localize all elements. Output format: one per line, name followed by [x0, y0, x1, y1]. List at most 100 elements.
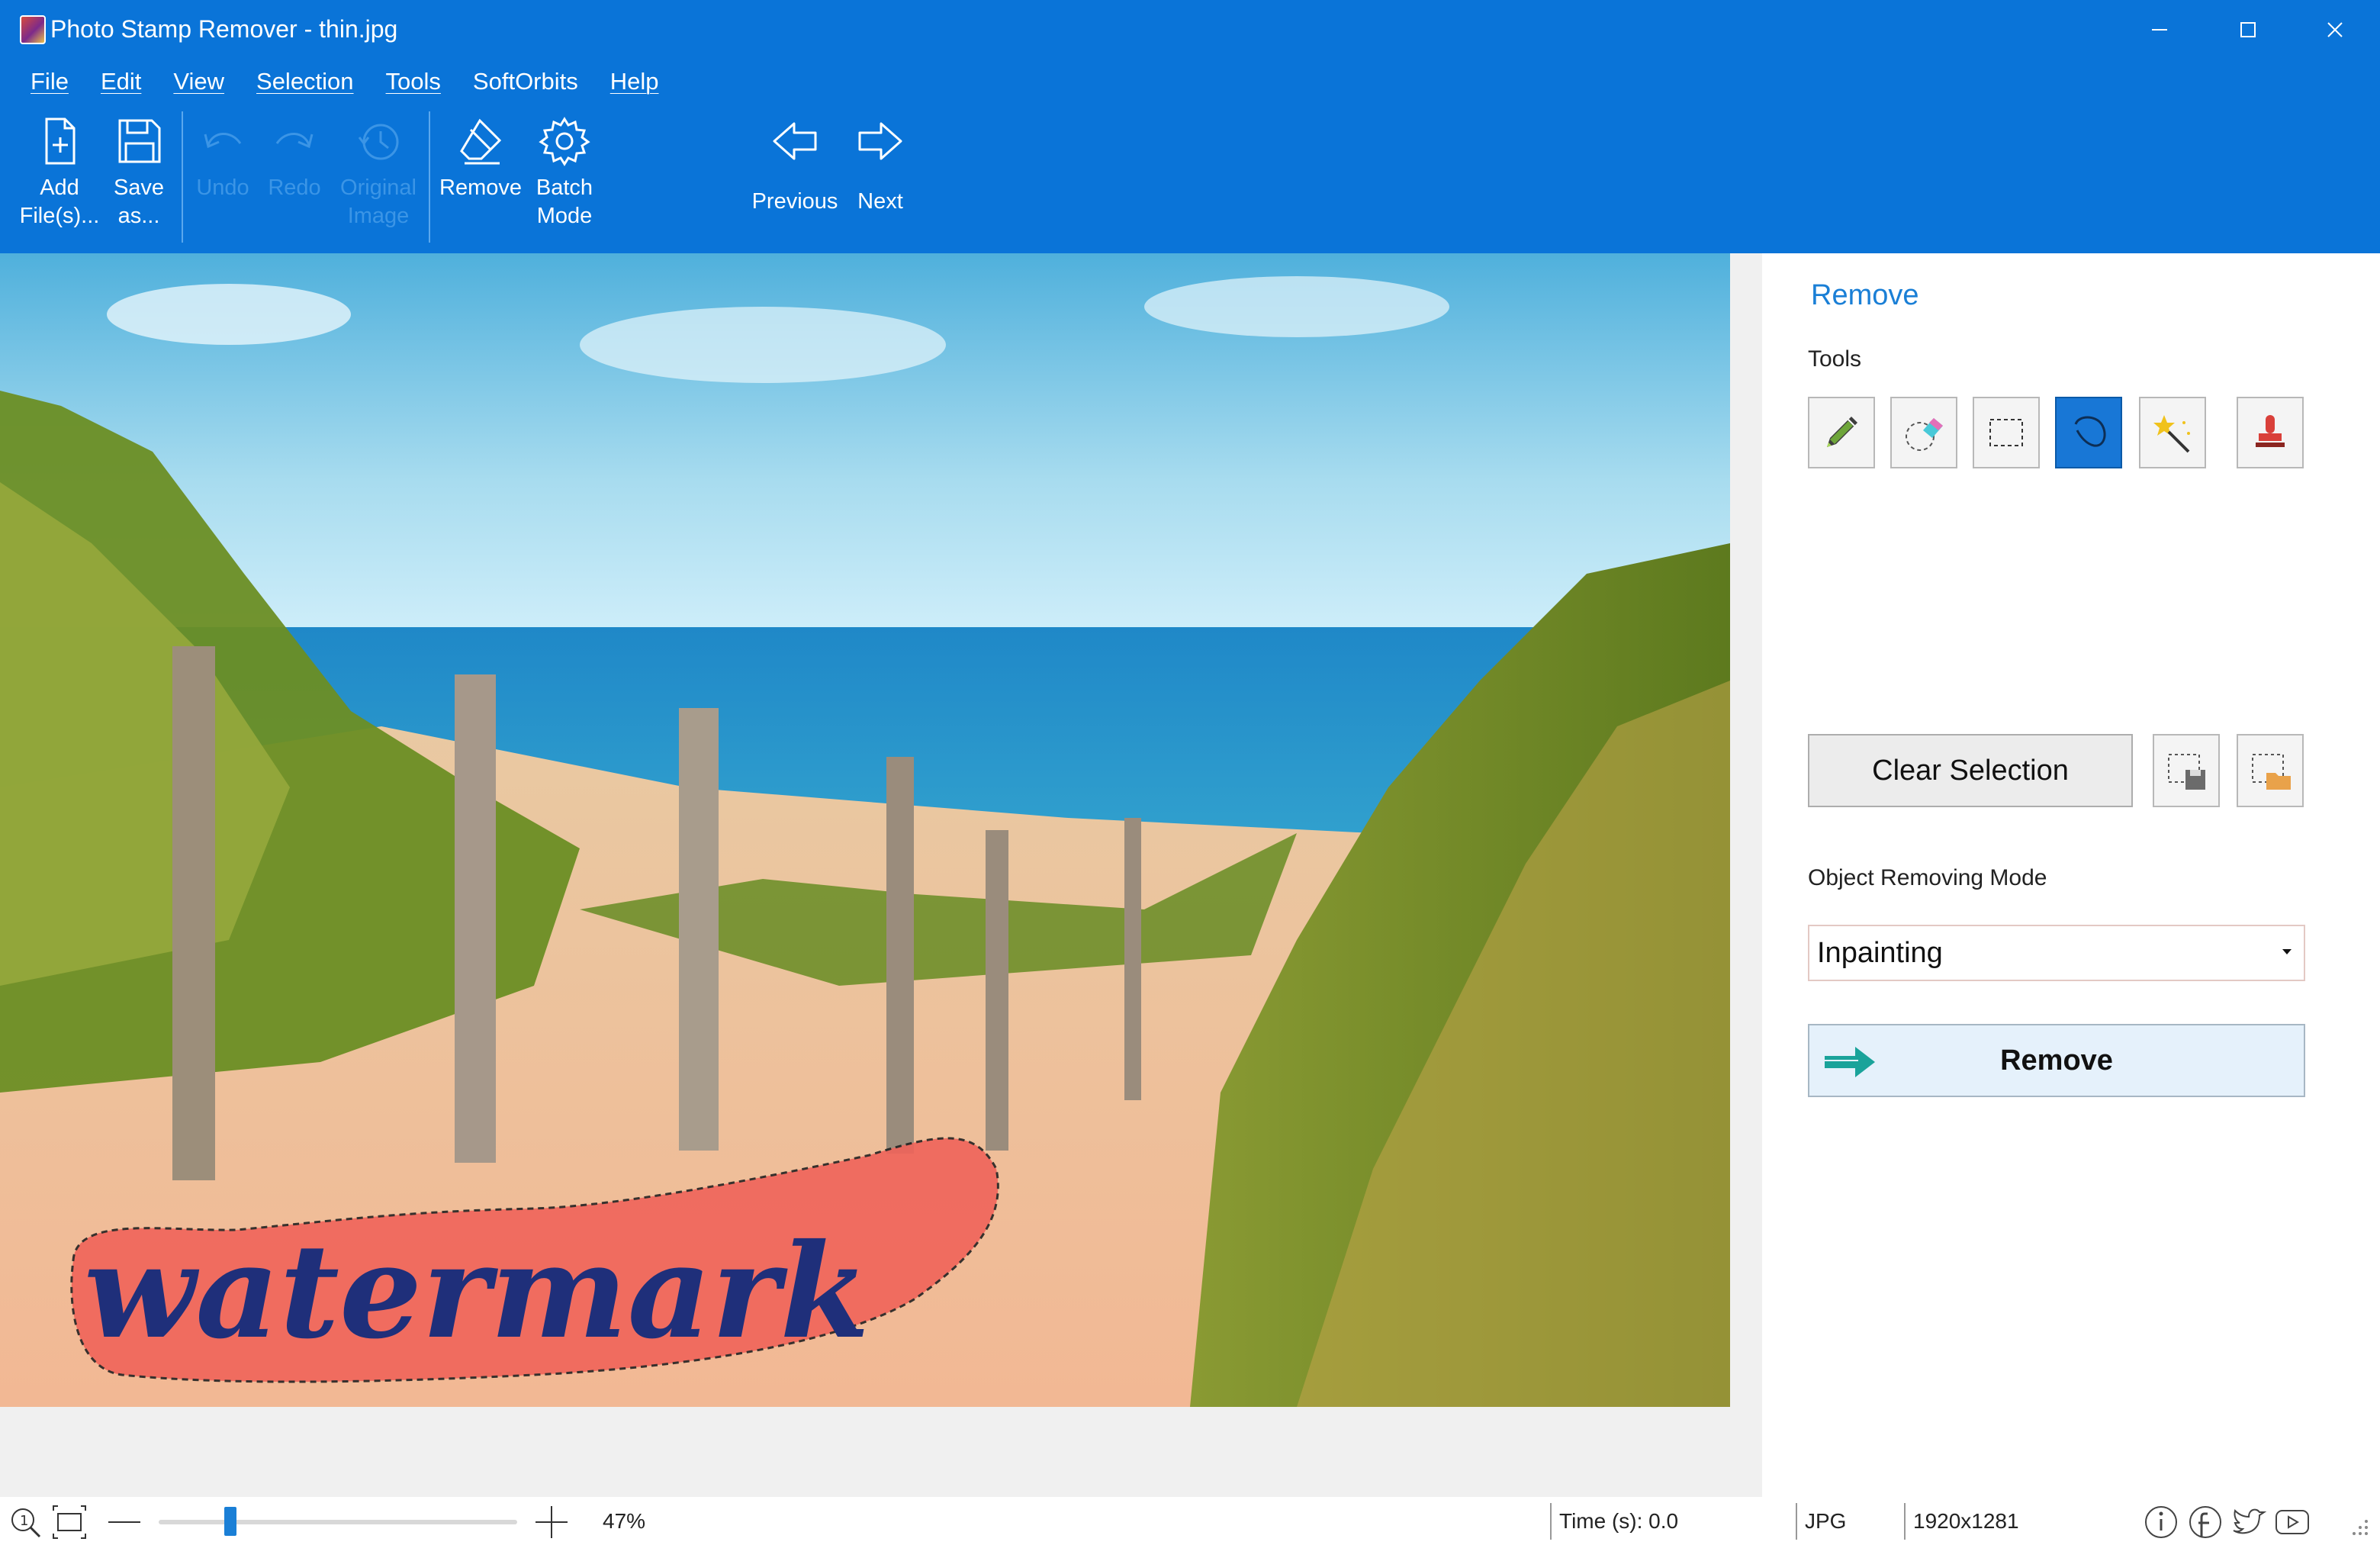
menu-softorbits[interactable]: SoftOrbits — [473, 68, 578, 95]
open-folder-icon — [2252, 754, 2291, 790]
save-selection-button[interactable] — [2153, 734, 2220, 807]
beach-photo: watermark — [0, 253, 1730, 1407]
save-selection-icon — [2168, 754, 2205, 790]
stamp-tool-button[interactable] — [2237, 397, 2304, 468]
photo[interactable]: watermark — [0, 253, 1730, 1407]
image-canvas[interactable]: watermark — [0, 253, 1762, 1497]
add-files-label-2: File(s)... — [19, 204, 100, 228]
removing-mode-value: Inpainting — [1817, 936, 1943, 969]
remove-toolbar-label: Remove — [439, 175, 522, 200]
save-as-button[interactable]: Save as... — [107, 114, 171, 230]
remove-button[interactable]: Remove — [1808, 1024, 2305, 1097]
resize-grip-icon[interactable] — [2336, 1503, 2374, 1541]
image-dimensions: 1920x1281 — [1913, 1509, 2019, 1533]
maximize-icon — [2240, 22, 2256, 37]
minimize-button[interactable] — [2115, 0, 2205, 60]
close-icon — [2327, 22, 2343, 37]
zoom-slider-thumb[interactable] — [224, 1507, 236, 1536]
load-selection-button[interactable] — [2237, 734, 2304, 807]
save-as-label-1: Save — [113, 175, 165, 200]
file-format: JPG — [1805, 1509, 1847, 1533]
redo-label: Redo — [268, 175, 321, 200]
clear-selection-button[interactable]: Clear Selection — [1808, 734, 2133, 807]
remove-toolbar-button[interactable]: Remove — [438, 114, 523, 202]
magic-wand-tool-button[interactable] — [2139, 397, 2206, 468]
time-readout: Time (s): 0.0 — [1559, 1509, 1679, 1533]
status-separator — [1796, 1503, 1797, 1540]
remove-button-label: Remove — [2000, 1044, 2113, 1077]
watermark-text: watermark — [84, 1215, 870, 1368]
zoom-out-icon[interactable] — [105, 1503, 143, 1541]
original-image-label-1: Original — [340, 175, 416, 200]
eraser-icon — [460, 118, 502, 165]
eraser-icon — [1906, 418, 1943, 451]
next-label: Next — [857, 189, 903, 214]
magic-wand-icon — [2153, 415, 2190, 453]
menu-edit[interactable]: Edit — [101, 68, 141, 95]
zoom-slider-track[interactable] — [159, 1520, 517, 1524]
remove-panel: Remove Tools Clear Selection Object Remo… — [1762, 253, 2380, 1497]
add-files-button[interactable]: Add File(s)... — [15, 114, 104, 230]
rect-select-tool-button[interactable] — [1973, 397, 2040, 468]
original-image-label-2: Image — [347, 204, 410, 228]
menu-selection[interactable]: Selection — [256, 68, 354, 95]
stamp-icon — [2256, 415, 2285, 447]
status-separator — [1550, 1503, 1552, 1540]
toolbar-separator — [429, 111, 430, 243]
app-icon — [20, 15, 46, 44]
pencil-icon — [1827, 417, 1857, 447]
add-file-icon — [45, 117, 76, 165]
minimize-icon — [2152, 29, 2167, 31]
removing-mode-select[interactable]: Inpainting — [1808, 925, 2305, 981]
history-icon — [358, 124, 399, 160]
undo-label: Undo — [196, 175, 249, 200]
undo-button[interactable]: Undo — [191, 114, 255, 202]
redo-button[interactable]: Redo — [262, 114, 326, 202]
toolbar: Add File(s)... Save as... Undo Redo Orig… — [0, 104, 2380, 253]
arrow-right-icon — [1825, 1047, 1875, 1077]
lasso-icon — [2074, 416, 2106, 447]
svg-text:1: 1 — [20, 1513, 28, 1529]
menu-bar: File Edit View Selection Tools SoftOrbit… — [0, 60, 2380, 104]
mode-label: Object Removing Mode — [1808, 865, 2047, 890]
status-bar: 1 47% Time (s): 0.0 JPG 1920x1281 — [0, 1497, 2380, 1545]
batch-mode-label-2: Mode — [536, 204, 593, 228]
batch-mode-label-1: Batch — [536, 175, 593, 200]
lasso-tool-button[interactable] — [2055, 397, 2122, 468]
rect-select-icon — [1989, 419, 2023, 446]
menu-help[interactable]: Help — [610, 68, 659, 95]
maximize-button[interactable] — [2203, 0, 2293, 60]
previous-label: Previous — [751, 189, 838, 214]
save-as-label-2: as... — [117, 204, 160, 228]
facebook-icon[interactable] — [2186, 1503, 2224, 1541]
next-button[interactable]: Next — [848, 114, 912, 216]
zoom-actual-icon[interactable]: 1 — [6, 1503, 44, 1541]
arrow-right-icon — [858, 122, 902, 160]
toolbar-separator — [182, 111, 183, 243]
previous-button[interactable]: Previous — [748, 114, 842, 216]
menu-tools[interactable]: Tools — [386, 68, 441, 95]
youtube-icon[interactable] — [2273, 1503, 2311, 1541]
eraser-tool-button[interactable] — [1890, 397, 1957, 468]
save-icon — [118, 119, 161, 163]
fit-to-window-icon[interactable] — [50, 1503, 88, 1541]
menu-file[interactable]: File — [31, 68, 69, 95]
gear-icon — [539, 117, 590, 166]
chevron-down-icon — [2282, 949, 2292, 954]
batch-mode-button[interactable]: Batch Mode — [526, 114, 603, 230]
twitter-icon[interactable] — [2229, 1503, 2267, 1541]
redo-icon — [275, 133, 314, 149]
zoom-level: 47% — [603, 1509, 646, 1533]
close-button[interactable] — [2290, 0, 2380, 60]
original-image-button[interactable]: Original Image — [333, 114, 424, 230]
title-bar: Photo Stamp Remover - thin.jpg — [0, 0, 2380, 60]
info-icon[interactable] — [2142, 1503, 2180, 1541]
menu-view[interactable]: View — [173, 68, 224, 95]
tools-label: Tools — [1808, 346, 1862, 372]
pencil-tool-button[interactable] — [1808, 397, 1875, 468]
add-files-label-1: Add — [40, 175, 79, 200]
arrow-left-icon — [773, 122, 817, 160]
zoom-in-icon[interactable] — [532, 1503, 571, 1541]
window-title: Photo Stamp Remover - thin.jpg — [50, 15, 398, 43]
status-separator — [1904, 1503, 1906, 1540]
